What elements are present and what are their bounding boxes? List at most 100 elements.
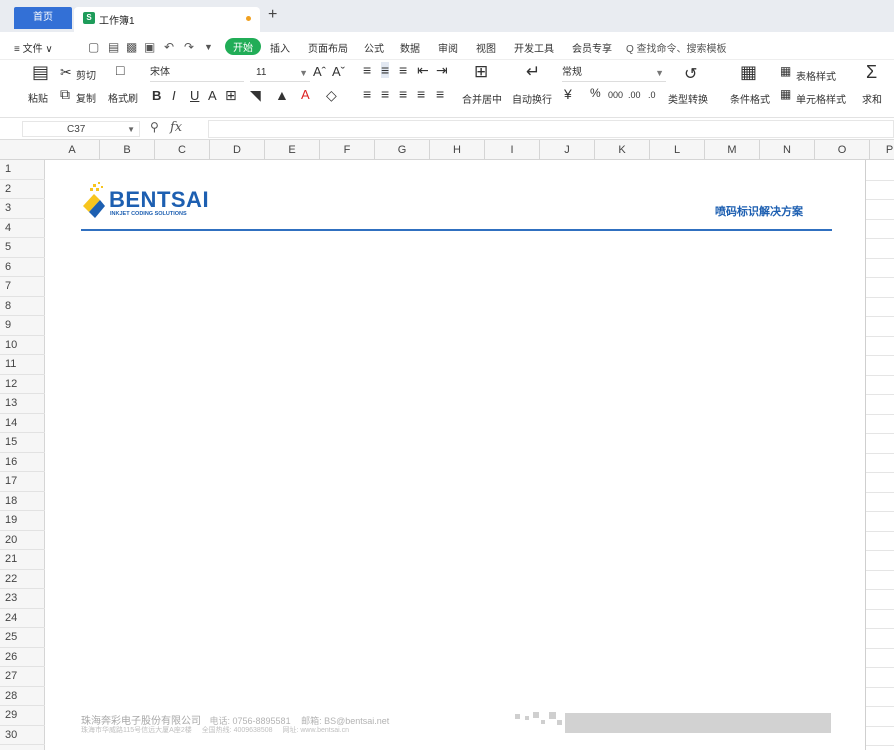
indent-increase-icon[interactable]: ⇥ — [436, 62, 448, 79]
row-header-11[interactable]: 11 — [0, 355, 45, 375]
row-header-29[interactable]: 29 — [0, 706, 45, 726]
column-header-k[interactable]: K — [595, 140, 650, 160]
print-preview-icon[interactable]: ▣ — [144, 40, 155, 54]
font-color-icon[interactable]: A — [301, 87, 310, 102]
row-header-20[interactable]: 20 — [0, 531, 45, 550]
sum-label[interactable]: 求和 — [862, 91, 882, 106]
clear-format-icon[interactable]: ◇ — [326, 87, 337, 104]
row-header-27[interactable]: 27 — [0, 667, 45, 687]
bold-button[interactable]: B — [152, 88, 161, 103]
zoom-icon[interactable]: ⚲ — [150, 120, 159, 134]
row-header-1[interactable]: 1 — [0, 160, 45, 180]
align-bottom-icon[interactable]: ≡ — [399, 62, 407, 78]
row-header-25[interactable]: 25 — [0, 628, 45, 648]
row-header-19[interactable]: 19 — [0, 511, 45, 531]
column-header-c[interactable]: C — [155, 140, 210, 160]
tab-formulas[interactable]: 公式 — [364, 40, 384, 55]
thousands-icon[interactable]: 000 — [608, 90, 623, 100]
percent-icon[interactable]: % — [590, 86, 601, 100]
row-header-2[interactable]: 2 — [0, 180, 45, 199]
redo-icon[interactable]: ↷ — [184, 40, 194, 54]
row-header-7[interactable]: 7 — [0, 277, 45, 297]
tab-review[interactable]: 审阅 — [438, 40, 458, 55]
table-style-icon[interactable]: ▦ — [780, 64, 791, 78]
column-header-p[interactable]: P — [870, 140, 894, 160]
align-left-icon[interactable]: ≡ — [363, 86, 371, 102]
wrap-text-label[interactable]: 自动换行 — [512, 91, 552, 106]
strikethrough-icon[interactable]: A — [208, 88, 217, 103]
print-icon[interactable]: ▩ — [126, 40, 137, 54]
document-tab[interactable]: S 工作簿1 — [74, 7, 260, 32]
row-header-13[interactable]: 13 — [0, 394, 45, 414]
cell-style-icon[interactable]: ▦ — [780, 87, 791, 101]
tab-data[interactable]: 数据 — [400, 40, 420, 55]
tab-insert[interactable]: 插入 — [270, 40, 290, 55]
row-header-16[interactable]: 16 — [0, 453, 45, 472]
row-header-30[interactable]: 30 — [0, 726, 45, 745]
row-header-28[interactable]: 28 — [0, 687, 45, 706]
merge-center-label[interactable]: 合并居中 — [462, 91, 502, 106]
font-size-select[interactable]: 11 ▼ — [250, 64, 310, 82]
row-header-23[interactable]: 23 — [0, 589, 45, 609]
conditional-format-label[interactable]: 条件格式 — [730, 91, 770, 106]
select-all-corner[interactable] — [0, 140, 45, 160]
sheet-grid[interactable]: BENTSAI INKJET CODING SOLUTIONS 喷码标识解决方案… — [45, 160, 894, 750]
column-header-h[interactable]: H — [430, 140, 485, 160]
row-header-12[interactable]: 12 — [0, 375, 45, 394]
distributed-icon[interactable]: ≡ — [436, 86, 444, 102]
align-center-icon[interactable]: ≡ — [381, 86, 389, 102]
format-painter-icon[interactable]: □ — [116, 62, 124, 78]
quick-access-dropdown-icon[interactable]: ▼ — [204, 42, 213, 52]
row-header-4[interactable]: 4 — [0, 219, 45, 238]
tab-developer[interactable]: 开发工具 — [514, 40, 554, 55]
row-header-15[interactable]: 15 — [0, 433, 45, 453]
sum-icon[interactable]: Σ — [866, 62, 877, 83]
home-tab[interactable]: 首页 — [14, 7, 72, 29]
increase-font-icon[interactable]: Aˆ — [313, 64, 326, 79]
border-icon[interactable]: ⊞ — [225, 87, 237, 104]
row-header-14[interactable]: 14 — [0, 414, 45, 433]
column-header-n[interactable]: N — [760, 140, 815, 160]
row-header-5[interactable]: 5 — [0, 238, 45, 258]
row-header-8[interactable]: 8 — [0, 297, 45, 316]
copy-label[interactable]: 复制 — [76, 90, 96, 105]
copy-icon[interactable]: ⧉ — [60, 86, 70, 103]
column-header-j[interactable]: J — [540, 140, 595, 160]
column-header-l[interactable]: L — [650, 140, 705, 160]
export-pdf-icon[interactable]: ▤ — [108, 40, 119, 54]
column-header-m[interactable]: M — [705, 140, 760, 160]
decrease-decimal-icon[interactable]: .0 — [648, 90, 656, 100]
column-header-a[interactable]: A — [45, 140, 100, 160]
column-header-b[interactable]: B — [100, 140, 155, 160]
row-header-10[interactable]: 10 — [0, 336, 45, 355]
format-painter-label[interactable]: 格式刷 — [108, 90, 138, 105]
convert-icon[interactable]: ↺ — [684, 64, 697, 84]
underline-button[interactable]: U — [190, 88, 199, 103]
row-header-9[interactable]: 9 — [0, 316, 45, 336]
cut-label[interactable]: 剪切 — [76, 67, 96, 82]
decrease-font-icon[interactable]: Aˇ — [332, 64, 345, 79]
cut-icon[interactable]: ✂ — [60, 64, 72, 81]
justify-icon[interactable]: ≡ — [417, 86, 425, 102]
tab-member[interactable]: 会员专享 — [572, 40, 612, 55]
row-header-24[interactable]: 24 — [0, 609, 45, 628]
column-header-g[interactable]: G — [375, 140, 430, 160]
tab-view[interactable]: 视图 — [476, 40, 496, 55]
align-middle-icon[interactable]: ≡ — [381, 62, 390, 78]
row-header-3[interactable]: 3 — [0, 199, 45, 219]
fill-color-icon[interactable]: ◥ — [250, 87, 261, 104]
function-icon[interactable]: fx — [170, 120, 182, 135]
column-header-e[interactable]: E — [265, 140, 320, 160]
file-menu[interactable]: ≡ 文件 ∨ — [14, 40, 53, 55]
row-header-6[interactable]: 6 — [0, 258, 45, 277]
cell-style-label[interactable]: 单元格样式 — [796, 91, 846, 106]
command-search[interactable]: Q 查找命令、搜索模板 — [626, 40, 727, 55]
conditional-format-icon[interactable]: ▦ — [740, 62, 757, 83]
column-header-i[interactable]: I — [485, 140, 540, 160]
currency-icon[interactable]: ¥ — [564, 86, 572, 102]
increase-decimal-icon[interactable]: .00 — [628, 90, 641, 100]
column-header-d[interactable]: D — [210, 140, 265, 160]
paste-label[interactable]: 粘贴 — [28, 90, 48, 105]
column-header-f[interactable]: F — [320, 140, 375, 160]
row-header-17[interactable]: 17 — [0, 472, 45, 492]
